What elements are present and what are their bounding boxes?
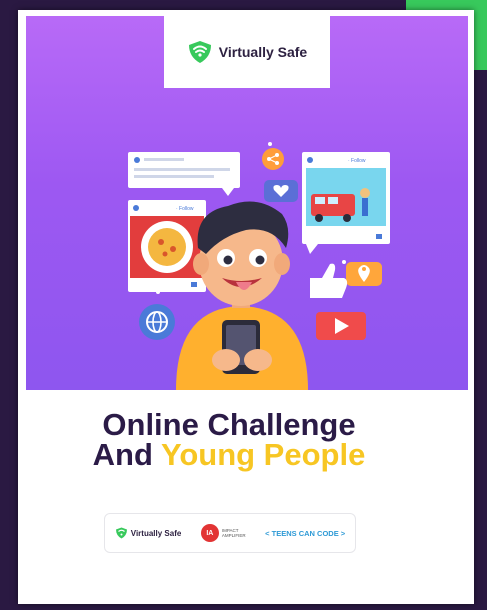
sponsor-virtually-safe-name: Virtually Safe <box>130 528 182 538</box>
sponsor-logos: Virtually Safe IA IMPACT AMPLIFIER < TEE… <box>104 513 356 553</box>
impact-amplifier-logo: IA <box>200 524 219 542</box>
thumbs-up-icon <box>310 263 348 298</box>
travel-post-card: · Follow <box>302 152 390 254</box>
title-line-1: Online Challenge <box>102 407 356 442</box>
social-media-illustration: · Follow · Follow <box>128 142 390 390</box>
globe-icon <box>139 304 175 340</box>
share-icon <box>262 148 284 170</box>
sponsor-impact-amplifier: IA IMPACT AMPLIFIER <box>200 524 246 542</box>
decor-dot <box>268 142 272 146</box>
decor-dot <box>156 290 160 294</box>
shield-wifi-icon <box>115 527 127 539</box>
title-line-2-start: And <box>92 437 161 472</box>
message-card <box>128 152 240 196</box>
document-title: Online Challenge And Young People <box>8 407 450 472</box>
follow-label-right: · Follow <box>348 158 366 164</box>
hero-illustration: Virtually Safe · Follow · Follow <box>26 16 468 390</box>
follow-label-left: · Follow <box>176 206 194 212</box>
location-pin-icon <box>346 262 382 286</box>
sponsor-teens-can-code: < TEENS CAN CODE > <box>265 528 346 538</box>
video-play-icon <box>316 312 366 340</box>
sponsor-virtually-safe: Virtually Safe <box>115 527 182 539</box>
title-line-2: And Young People <box>8 437 450 472</box>
decor-dot <box>342 260 346 264</box>
pizza-post-card: · Follow <box>128 200 206 292</box>
heart-icon <box>264 180 298 202</box>
impact-amplifier-text: IMPACT AMPLIFIER <box>222 528 246 538</box>
impact-line-2: AMPLIFIER <box>221 533 246 538</box>
title-accent: Young People <box>160 437 366 472</box>
